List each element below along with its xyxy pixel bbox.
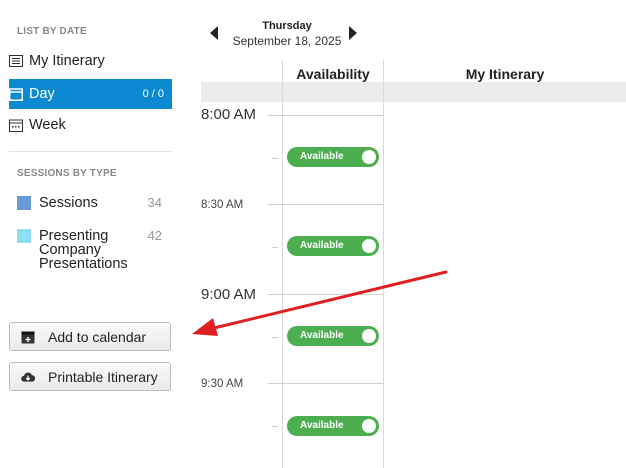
annotation-arrow-icon [192, 270, 448, 336]
